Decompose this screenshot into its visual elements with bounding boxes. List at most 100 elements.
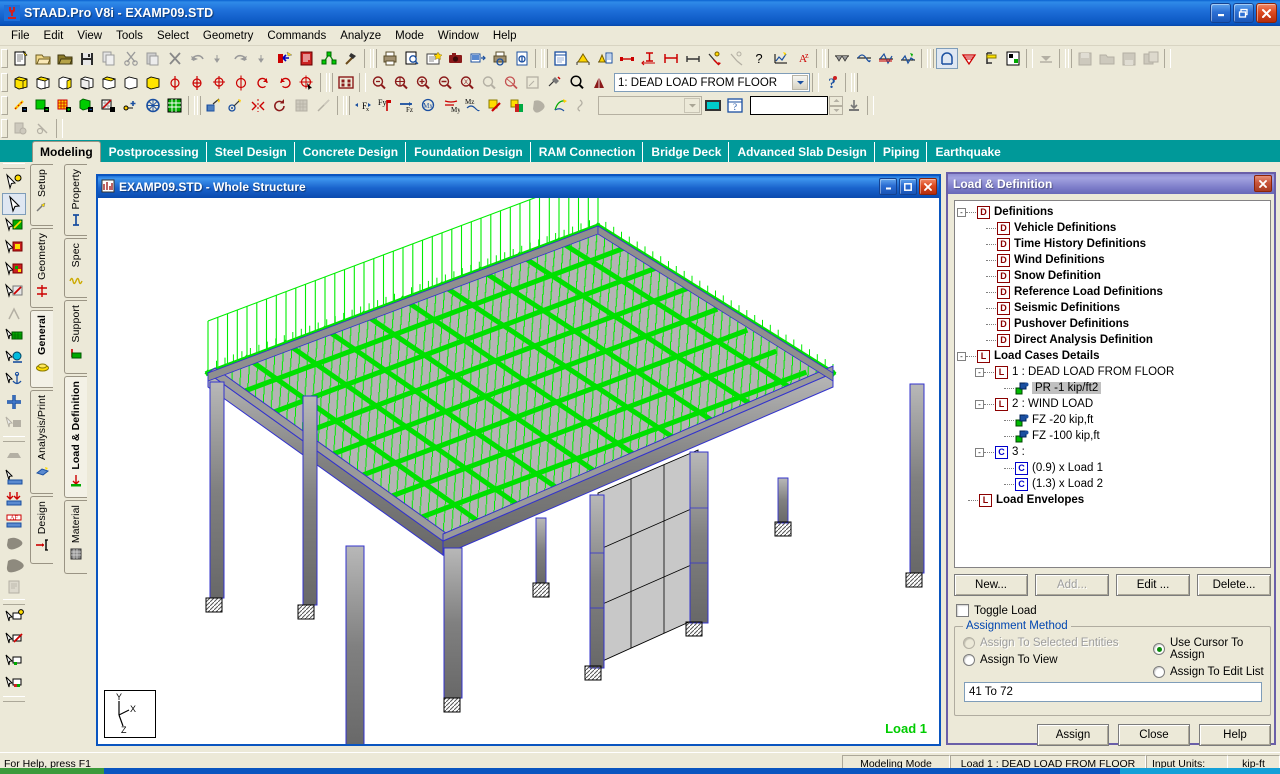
tree-item[interactable]: D Seismic Definitions	[957, 300, 1270, 316]
plate-select-icon[interactable]	[2, 532, 26, 554]
menu-help[interactable]: Help	[486, 28, 524, 44]
beam-section-icon[interactable]	[980, 48, 1002, 69]
drag-cursor-disabled-icon[interactable]	[2, 413, 26, 435]
grid-generate-icon[interactable]	[164, 95, 186, 116]
symbols-labels-icon[interactable]	[335, 72, 357, 93]
take-picture-icon[interactable]	[445, 48, 467, 69]
tab-ram-connection[interactable]: RAM Connection	[531, 142, 644, 162]
tree-item[interactable]: - L 1 : DEAD LOAD FROM FLOOR	[957, 364, 1270, 380]
tree-item[interactable]: D Wind Definitions	[957, 252, 1270, 268]
annotate-icon[interactable]: Az	[792, 48, 814, 69]
tree-item[interactable]: L Load Envelopes	[957, 492, 1270, 508]
save-icon[interactable]	[76, 48, 98, 69]
print-preview-icon[interactable]	[401, 48, 423, 69]
add-solid-icon[interactable]	[76, 95, 98, 116]
sidebar-item-property[interactable]: Property	[64, 164, 87, 236]
structure-wizard-disabled-icon[interactable]	[726, 48, 748, 69]
tree-expander-icon[interactable]: -	[957, 207, 966, 217]
color-contour-icon[interactable]	[506, 95, 528, 116]
solid-shade-disabled-icon[interactable]	[528, 95, 550, 116]
properties-disabled-icon[interactable]	[1140, 48, 1162, 69]
page-setup-icon[interactable]	[511, 48, 533, 69]
rotate-geometry-icon[interactable]	[269, 95, 291, 116]
help-button[interactable]: Help	[1199, 724, 1271, 746]
rotate-cursor-icon[interactable]	[296, 72, 318, 93]
menu-window[interactable]: Window	[431, 28, 486, 44]
zoom-in-icon[interactable]	[412, 72, 434, 93]
radio-assign-to-selected-entities[interactable]: Assign To Selected Entities	[963, 637, 1148, 649]
spinner-down-icon[interactable]	[829, 105, 843, 115]
section-property-icon[interactable]	[638, 48, 660, 69]
tree-expander-icon[interactable]: -	[975, 399, 984, 409]
beam-cursor-icon[interactable]	[2, 215, 26, 237]
chevron-down-icon[interactable]	[792, 75, 808, 90]
menu-geometry[interactable]: Geometry	[196, 28, 261, 44]
toolbar-grip[interactable]	[1, 49, 8, 68]
diagram-3-icon[interactable]	[875, 48, 897, 69]
toolbar-grip[interactable]	[1, 119, 8, 138]
tree-item[interactable]: - L 2 : WIND LOAD	[957, 396, 1270, 412]
redo-icon[interactable]	[230, 48, 252, 69]
edit-button[interactable]: Edit ...	[1116, 574, 1190, 596]
toolbar-grip[interactable]	[854, 73, 858, 92]
tab-steel-design[interactable]: Steel Design	[207, 142, 295, 162]
menu-select[interactable]: Select	[150, 28, 196, 44]
structure-wizard-icon[interactable]	[704, 48, 726, 69]
toolbar-grip[interactable]	[3, 436, 25, 442]
tree-expander-icon[interactable]: -	[975, 367, 984, 377]
mode-shape-icon[interactable]	[550, 95, 572, 116]
output-view-icon[interactable]	[296, 48, 318, 69]
dialog-close-button[interactable]	[1254, 175, 1272, 192]
sidebar-item-support[interactable]: Support	[64, 300, 87, 374]
tab-modeling[interactable]: Modeling	[32, 141, 101, 162]
load-case-combo[interactable]: 1: DEAD LOAD FROM FLOOR	[614, 73, 810, 92]
sidebar-item-material[interactable]: Material	[64, 500, 87, 574]
undo-dropdown-icon[interactable]	[208, 48, 230, 69]
toolbar-grip[interactable]	[373, 49, 377, 68]
load-definition-tree[interactable]: - D Definitions D Vehicle Definitions D Time H…	[954, 200, 1271, 568]
structure-canvas[interactable]: Y X Z Load 1	[98, 198, 939, 744]
menu-view[interactable]: View	[70, 28, 109, 44]
toolbar-grip[interactable]	[1, 73, 8, 92]
save-results-disabled-icon[interactable]	[1074, 48, 1096, 69]
section-cut-disabled-icon[interactable]	[572, 95, 594, 116]
restore-button[interactable]	[1233, 3, 1254, 23]
rotate-left-icon[interactable]	[252, 72, 274, 93]
toolbar-grip[interactable]	[825, 49, 829, 68]
fx-force-icon[interactable]: Fx	[352, 95, 374, 116]
my-moment-icon[interactable]: My	[440, 95, 462, 116]
menu-tools[interactable]: Tools	[109, 28, 150, 44]
structure-close-button[interactable]	[919, 178, 937, 195]
node-distance-icon[interactable]	[616, 48, 638, 69]
search-magnifier-icon[interactable]	[566, 72, 588, 93]
tree-item[interactable]: FZ -100 kip,ft	[957, 428, 1270, 444]
zoom-minus-icon[interactable]	[434, 72, 456, 93]
tree-item[interactable]: D Pushover Definitions	[957, 316, 1270, 332]
mz-moment-icon[interactable]: Mz	[462, 95, 484, 116]
radio-assign-to-edit-list[interactable]: Assign To Edit List	[1153, 666, 1273, 678]
sidebar-item-design[interactable]: Design	[30, 496, 53, 564]
add-beam-icon[interactable]	[10, 95, 32, 116]
toolbar-grip[interactable]	[1, 96, 8, 115]
support-cursor-icon[interactable]	[2, 325, 26, 347]
redo-dropdown-icon[interactable]	[252, 48, 274, 69]
radio-button[interactable]	[1153, 643, 1165, 655]
rotate-free-icon[interactable]	[230, 72, 252, 93]
toggle-load-checkbox[interactable]	[956, 604, 969, 617]
toggle-load-row[interactable]: Toggle Load	[956, 604, 1037, 617]
open-file-icon[interactable]	[32, 48, 54, 69]
left-view-icon[interactable]	[98, 72, 120, 93]
report-select-disabled-icon[interactable]	[2, 576, 26, 598]
new-file-icon[interactable]	[10, 48, 32, 69]
side-view-icon[interactable]	[76, 72, 98, 93]
toolbar-grip[interactable]	[1068, 49, 1072, 68]
radio-assign-to-view[interactable]: Assign To View	[963, 654, 1148, 666]
radio-button[interactable]	[1153, 666, 1165, 678]
insert-node-disabled-icon[interactable]	[291, 95, 313, 116]
plot-icon[interactable]	[770, 48, 792, 69]
plate-cursor-icon[interactable]	[2, 237, 26, 259]
node-add-icon[interactable]	[120, 95, 142, 116]
tree-item[interactable]: D Snow Definition	[957, 268, 1270, 284]
tab-piping[interactable]: Piping	[875, 142, 928, 162]
menu-commands[interactable]: Commands	[260, 28, 333, 44]
